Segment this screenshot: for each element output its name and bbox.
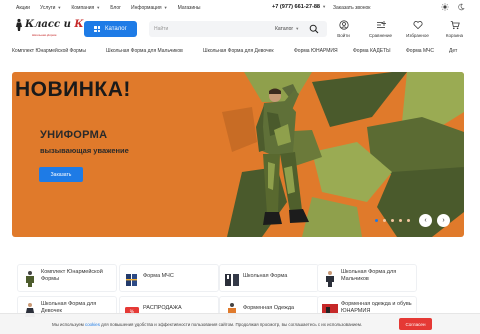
slider-dot[interactable] (399, 219, 402, 222)
nav-item-kids[interactable]: Дет (449, 48, 457, 54)
sun-icon[interactable] (441, 3, 449, 11)
search-input[interactable]: Найти (154, 26, 168, 32)
tile-label: Форма МЧС (143, 273, 174, 279)
cookie-text-part: для повышения удобства и эффективности п… (99, 322, 363, 327)
nav-item-cadets[interactable]: Форма КАДЕТЫ (353, 48, 391, 54)
top-link-services[interactable]: Услуги ▼ (40, 5, 61, 11)
user-icon (338, 20, 349, 30)
nav-item-emercom[interactable]: Форма МЧС (406, 48, 434, 54)
tile-school-uniform[interactable]: Школьная Форма (219, 264, 319, 292)
tile-label: Форменная Одежда (243, 305, 295, 311)
cookie-text-part: Мы используем (52, 322, 86, 327)
catalog-button-label: Каталог (105, 26, 127, 32)
slider-dot[interactable] (407, 219, 410, 222)
compare-button[interactable]: Сравнение (362, 20, 399, 38)
top-link-promotions[interactable]: Акции (16, 5, 30, 11)
tile-youth-army-set[interactable]: Комплект Юнармейской Формы (17, 264, 117, 292)
login-button[interactable]: Войти (325, 20, 362, 38)
compare-label: Сравнение (368, 33, 393, 38)
phone-number[interactable]: +7 (977) 661-27-88 ▼ (272, 4, 326, 10)
slider-prev-button[interactable]: ‹ (419, 214, 432, 227)
search-scope-label: Каталог (275, 26, 294, 32)
camo-pattern (222, 72, 464, 237)
cookie-text: Мы используем cookies для повышения удоб… (52, 322, 362, 327)
nav-item-yunarmiya[interactable]: Форма ЮНАРМИЯ (294, 48, 338, 54)
header-actions: Войти Сравнение Избранное Корзина (325, 20, 473, 38)
nav-item-youth-army-set[interactable]: Комплект Юнармейской Формы (12, 48, 86, 54)
category-nav: Комплект Юнармейской Формы Школьная Форм… (0, 44, 480, 58)
catalog-button[interactable]: Каталог (84, 21, 137, 37)
login-label: Войти (337, 33, 350, 38)
chevron-down-icon: ▼ (294, 26, 300, 31)
hero-banner[interactable]: НОВИНКА! УНИФОРМА вызывающая уважение За… (12, 72, 464, 237)
chevron-left-icon: ‹ (424, 217, 427, 224)
logo-word: К (74, 19, 84, 30)
favorites-button[interactable]: Избранное (399, 20, 436, 38)
top-link-blog[interactable]: Блог (110, 5, 121, 11)
school-uniform-icon (225, 274, 239, 286)
cart-icon (450, 21, 460, 30)
top-link-label: Магазины (177, 5, 201, 11)
search-bar: Найти Каталог ▼ (149, 21, 327, 37)
uniform-icon (26, 271, 34, 287)
slider-dots (375, 219, 410, 222)
logo-word: Класс (25, 19, 61, 30)
grid-icon (94, 26, 100, 32)
tile-label: Школьная Форма для Мальчиков (341, 269, 397, 282)
search-icon[interactable] (309, 24, 319, 34)
search-scope-select[interactable]: Каталог ▼ (275, 26, 299, 32)
hero-title: НОВИНКА! (15, 78, 131, 101)
slider-dot[interactable] (391, 219, 394, 222)
logo-soldier-icon (16, 18, 22, 31)
top-link-company[interactable]: Компания ▼ (71, 5, 100, 11)
top-link-label: Акции (16, 5, 30, 11)
cookie-banner: Мы используем cookies для повышения удоб… (0, 313, 480, 334)
site-header: Класс и К Школьная форма Каталог Найти К… (0, 15, 480, 45)
chevron-down-icon: ▼ (96, 5, 101, 10)
compare-icon (376, 21, 386, 28)
slider-dot[interactable] (375, 219, 378, 222)
rescue-uniform-icon (126, 274, 137, 286)
hero-subtitle: УНИФОРМА (40, 129, 108, 141)
cookies-link[interactable]: cookies (85, 322, 100, 327)
top-link-label: Информация (131, 5, 162, 11)
slider-dot[interactable] (383, 219, 386, 222)
nav-item-boys-uniform[interactable]: Школьная Форма для Мальчиков (106, 48, 183, 54)
tile-label: РАСПРОДАЖА (143, 305, 182, 311)
cart-label: Корзина (445, 33, 464, 38)
boys-uniform-icon (326, 271, 334, 287)
top-link-label: Компания (71, 5, 95, 11)
top-link-label: Блог (110, 5, 122, 11)
chevron-down-icon: ▼ (57, 5, 62, 10)
tile-label: Комплект Юнармейской Формы (41, 269, 103, 282)
hero-tagline: вызывающая уважение (40, 146, 129, 155)
top-link-stores[interactable]: Магазины (178, 5, 201, 11)
chevron-right-icon: › (442, 217, 445, 224)
tile-label: Школьная Форма (243, 273, 288, 279)
chevron-down-icon: ▼ (163, 5, 168, 10)
tile-boys-uniform[interactable]: Школьная Форма для Мальчиков (317, 264, 417, 292)
callback-link[interactable]: Заказать звонок (333, 5, 370, 11)
cart-button[interactable]: Корзина (436, 20, 473, 38)
cookie-accept-button[interactable]: Согласен (399, 318, 432, 330)
nav-item-girls-uniform[interactable]: Школьная Форма для Девочек (203, 48, 274, 54)
top-link-info[interactable]: Информация ▼ (131, 5, 168, 11)
order-button[interactable]: Заказать (39, 167, 83, 182)
slider-next-button[interactable]: › (437, 214, 450, 227)
moon-icon[interactable] (457, 3, 465, 11)
favorites-label: Избранное (406, 33, 429, 38)
logo-word: и (63, 19, 71, 30)
phone-text: +7 (977) 661-27-88 (272, 4, 321, 10)
top-link-label: Услуги (39, 5, 56, 11)
logo-wordmark: Класс и К (25, 19, 83, 30)
logo-tagline: Школьная форма (32, 33, 57, 37)
chevron-down-icon: ▼ (321, 4, 327, 9)
top-utility-bar: Акции Услуги ▼ Компания ▼ Блог Информация ▼… (0, 0, 480, 15)
heart-icon (413, 21, 422, 30)
tile-emercom[interactable]: Форма МЧС (119, 264, 219, 292)
site-logo[interactable]: Класс и К Школьная форма (12, 17, 83, 41)
top-links: Акции Услуги ▼ Компания ▼ Блог Информация ▼… (16, 5, 201, 11)
